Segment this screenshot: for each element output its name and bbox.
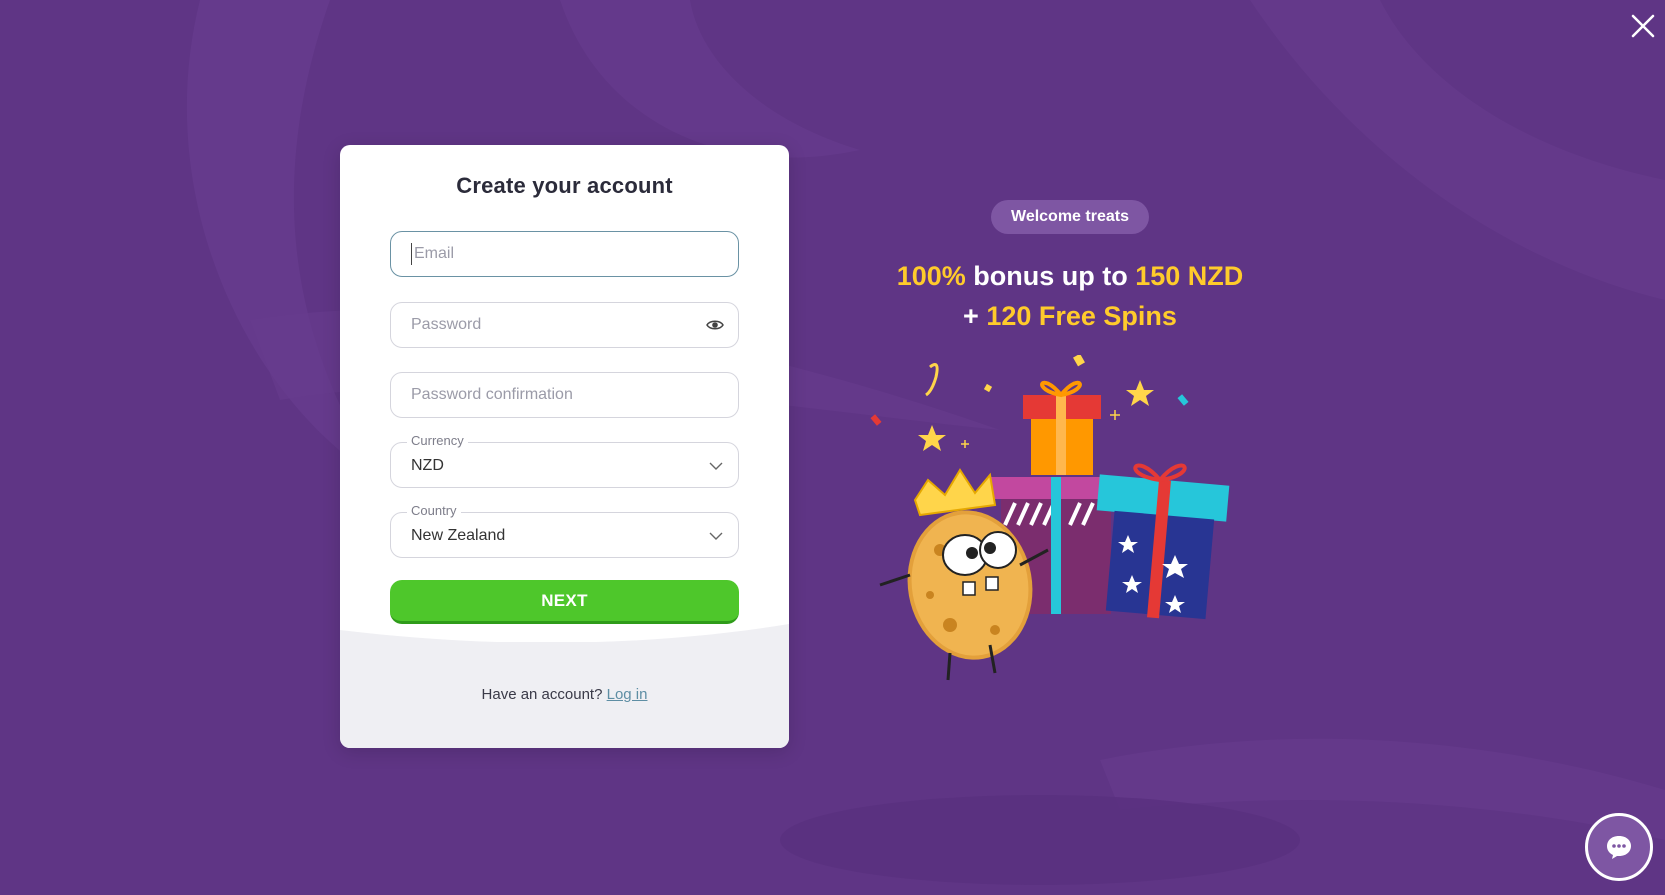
modal-footer: Have an account? Log in [340, 624, 789, 748]
promo-amount: 150 NZD [1135, 261, 1244, 291]
background-swirls [186, 0, 1665, 885]
country-value: New Zealand [411, 527, 506, 544]
welcome-pill: Welcome treats [991, 200, 1149, 234]
country-label: Country [407, 503, 461, 518]
next-button[interactable]: NEXT [390, 580, 739, 624]
email-input[interactable] [411, 243, 684, 265]
password-field[interactable] [390, 302, 739, 348]
currency-select[interactable]: Currency NZD [390, 433, 739, 488]
promo-plus: + [963, 301, 987, 331]
chat-button[interactable] [1585, 813, 1653, 881]
chat-icon [1607, 836, 1631, 859]
login-prompt: Have an account? Log in [340, 686, 789, 703]
currency-label: Currency [407, 433, 468, 448]
promo-percent: 100% [896, 261, 966, 291]
modal-title: Create your account [456, 173, 673, 198]
currency-value: NZD [411, 457, 444, 474]
promo-line-2: + 120 Free Spins [860, 296, 1280, 336]
promo-line-1: 100% bonus up to 150 NZD [860, 256, 1280, 296]
login-link[interactable]: Log in [607, 686, 648, 703]
promo-panel: Welcome treats 100% bonus up to 150 NZD … [860, 200, 1280, 336]
cookie-gifts-illustration [870, 355, 1230, 681]
email-field[interactable] [390, 231, 739, 277]
password-confirmation-input[interactable] [391, 373, 701, 417]
footer-curve [340, 624, 789, 648]
close-button[interactable] [1625, 8, 1661, 44]
signup-modal: Create your account Currency NZD Country… [340, 145, 789, 748]
login-question: Have an account? [481, 686, 603, 703]
chevron-down-icon [709, 532, 723, 540]
password-input[interactable] [391, 303, 701, 347]
eye-icon[interactable] [706, 316, 724, 334]
close-icon [1631, 14, 1655, 38]
promo-bonus-text: bonus up to [965, 261, 1136, 291]
country-select[interactable]: Country New Zealand [390, 503, 739, 558]
chevron-down-icon [709, 462, 723, 470]
password-confirmation-field[interactable] [390, 372, 739, 418]
promo-free-spins: 120 Free Spins [986, 301, 1177, 331]
promo-headline: 100% bonus up to 150 NZD + 120 Free Spin… [860, 256, 1280, 336]
